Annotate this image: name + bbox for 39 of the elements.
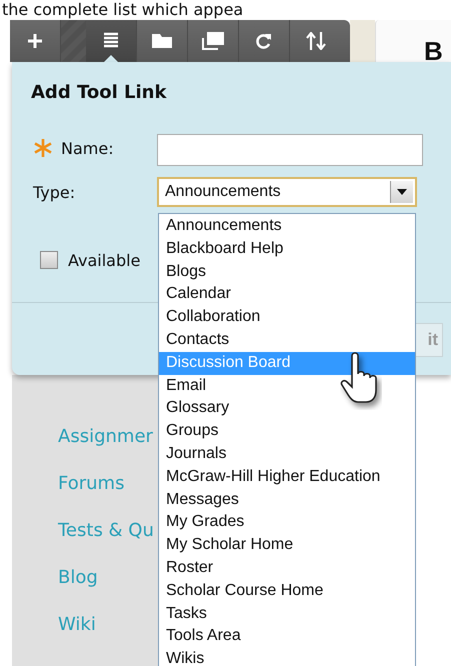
dropdown-option[interactable]: Journals — [159, 442, 415, 466]
dropdown-option[interactable]: Contacts — [159, 328, 415, 352]
refresh-icon — [256, 32, 272, 50]
toolbar-list-button[interactable] — [86, 20, 137, 62]
dropdown-option[interactable]: Calendar — [159, 283, 415, 306]
folder-icon — [152, 34, 172, 48]
page-heading: B — [424, 40, 443, 62]
field-label: Type: — [33, 183, 76, 202]
dropdown-option[interactable]: Blackboard Help — [159, 238, 415, 261]
name-input[interactable] — [157, 134, 423, 166]
type-select[interactable]: Announcements — [157, 177, 417, 207]
dropdown-option[interactable]: Tools Area — [159, 625, 415, 648]
dropdown-option[interactable]: Messages — [159, 488, 415, 512]
checkbox[interactable] — [40, 251, 58, 269]
dropdown-option[interactable]: My Scholar Home — [159, 534, 415, 557]
dropdown-option[interactable]: Email — [159, 374, 415, 398]
dropdown-option[interactable]: Wikis — [159, 648, 415, 666]
dropdown-option[interactable]: My Grades — [159, 511, 415, 534]
page-background-strip — [350, 20, 375, 62]
dropdown-option[interactable]: Scholar Course Home — [159, 580, 415, 603]
checkbox-label: Available — [68, 250, 140, 270]
caret-icon — [397, 189, 407, 195]
dropdown-option[interactable]: Roster — [159, 556, 415, 580]
field-label: Name: — [61, 138, 114, 158]
dropdown-option[interactable]: Glossary — [159, 397, 415, 420]
plus-icon — [27, 33, 43, 49]
dropdown-option[interactable]: Groups — [159, 420, 415, 443]
dropdown-option[interactable]: Blogs — [159, 260, 415, 284]
caption-text: the complete list which appea — [1, 0, 244, 20]
windows-icon — [202, 32, 224, 50]
required-asterisk-icon — [33, 138, 53, 158]
toolbar-separator — [61, 20, 86, 62]
dialog-title: Add Tool Link — [30, 82, 168, 105]
list-icon — [104, 32, 118, 50]
dropdown-option[interactable]: McGraw-Hill Higher Education — [159, 466, 415, 489]
dropdown-option[interactable]: Announcements — [159, 215, 415, 238]
dropdown-option[interactable]: Collaboration — [159, 306, 415, 329]
dropdown-option[interactable]: Tasks — [159, 602, 415, 626]
sort-arrows-icon — [306, 32, 326, 50]
